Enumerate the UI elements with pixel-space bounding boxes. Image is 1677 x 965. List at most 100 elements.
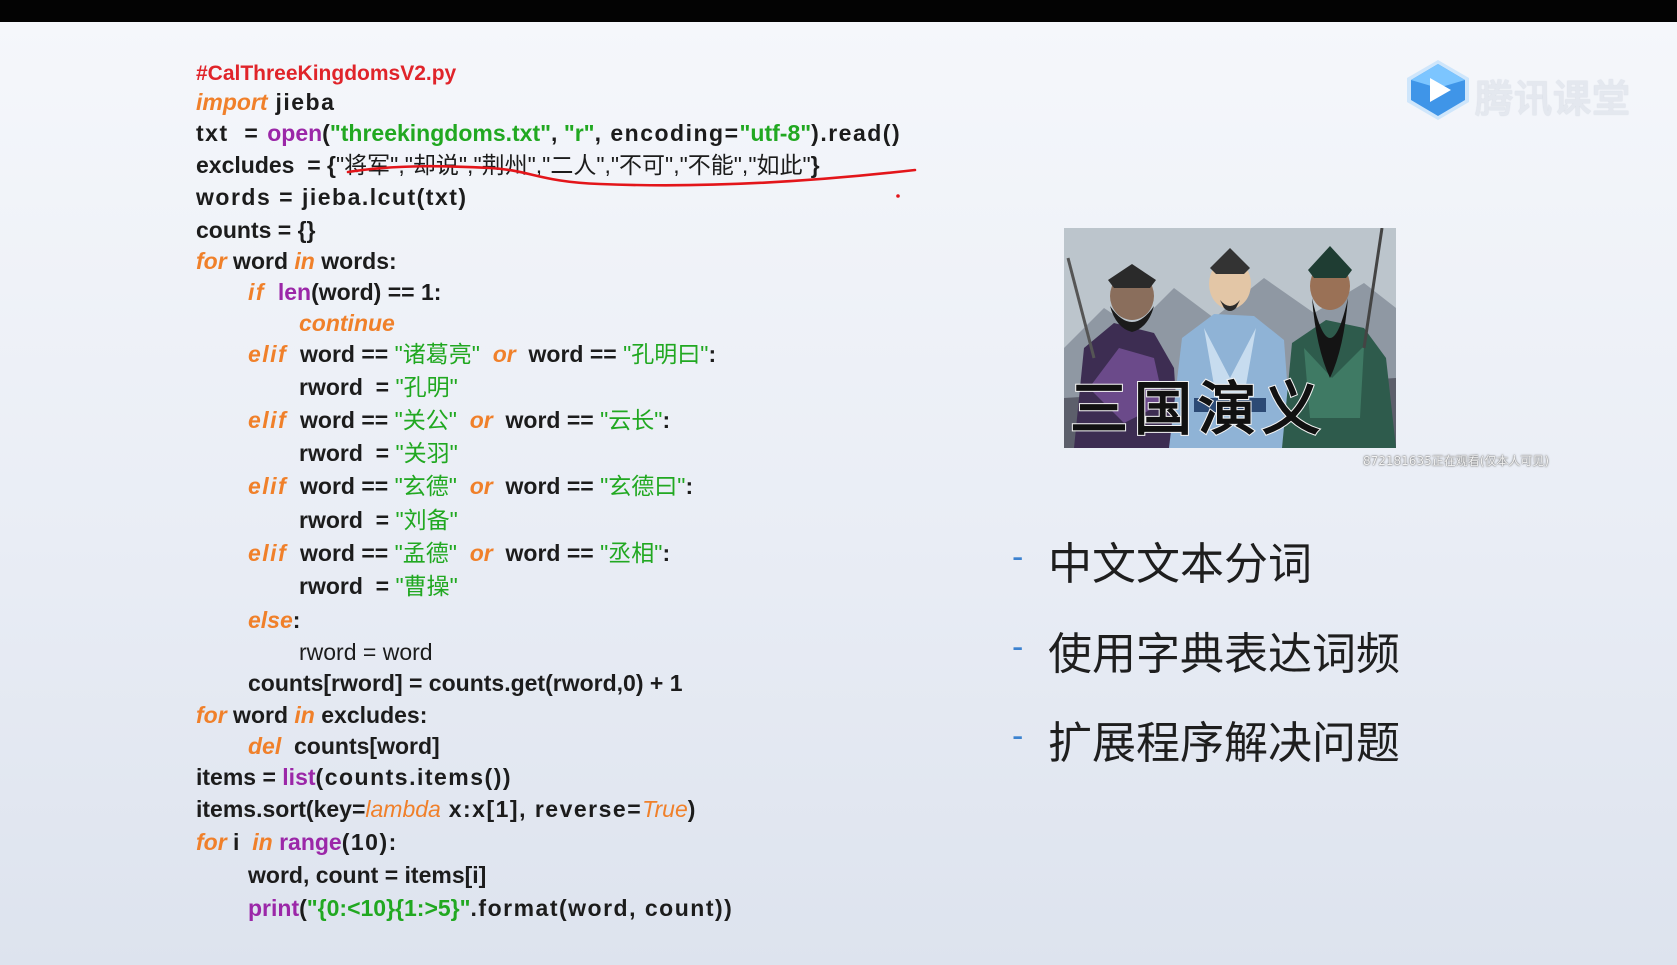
code-text: (counts.items()): [315, 764, 513, 790]
code-text: ): [687, 796, 696, 822]
code-text: rword =: [299, 507, 396, 533]
code-line-sort: items.sort(key=lambda x:x[1], reverse=Tr…: [196, 795, 695, 823]
code-line-for-words: for word in words:: [196, 247, 397, 275]
excludes-set: "将军","却说","荆州","二人","不可","不能","如此": [336, 152, 811, 178]
poster-title: 三国演义: [1069, 374, 1327, 444]
bullet-dash: -: [1012, 628, 1024, 666]
string: "曹操": [395, 573, 458, 599]
code-line-rword-1: rword = "孔明": [196, 373, 458, 401]
code-text: :: [685, 473, 694, 499]
code-text: ,: [551, 120, 564, 146]
bullet-text: 中文文本分词: [1048, 539, 1312, 590]
code-text: :: [708, 341, 717, 367]
code-line-elif-4: elif word == "孟德" or word == "丞相":: [196, 539, 670, 567]
keyword: or: [456, 540, 493, 566]
code-text: rword =: [299, 440, 396, 466]
code-text: rword = word: [299, 639, 433, 665]
code-line-if-len: if len(word) == 1:: [196, 278, 441, 306]
code-text: jieba: [267, 89, 336, 115]
code-text: x:x[1], reverse=: [440, 796, 643, 822]
keyword: del: [248, 733, 282, 759]
string: "玄德": [394, 473, 457, 499]
bullet-dash: -: [1012, 717, 1024, 755]
builtin: len: [277, 279, 312, 305]
tencent-classroom-logo: 腾讯课堂: [1405, 58, 1635, 122]
code-text: words = jieba.lcut(txt): [196, 184, 468, 210]
builtin: list: [282, 764, 316, 790]
code-text: word, count = items[i]: [248, 862, 487, 888]
code-text: }: [810, 152, 820, 178]
string: "孔明": [395, 374, 458, 400]
code-text: word ==: [287, 473, 395, 499]
filename-comment: #CalThreeKingdomsV2.py: [196, 62, 457, 85]
logo-text: 腾讯课堂: [1475, 77, 1632, 121]
keyword: else: [248, 607, 293, 633]
code-line-counts: counts = {}: [196, 216, 316, 244]
code-text: excludes = {: [196, 152, 336, 178]
keyword: for: [196, 702, 227, 728]
code-text: :: [662, 540, 671, 566]
code-text: word ==: [492, 407, 601, 433]
bullet-text: 使用字典表达词频: [1048, 629, 1400, 680]
code-text: .format(word, count)): [470, 895, 734, 921]
code-line-rword-3: rword = "刘备": [196, 506, 458, 534]
code-text: items.sort(key=: [196, 796, 366, 822]
code-text: word ==: [492, 540, 601, 566]
builtin: range: [279, 829, 342, 855]
keyword: elif: [248, 473, 288, 499]
keyword: lambda: [365, 796, 441, 822]
string: "刘备": [395, 507, 458, 533]
keyword: True: [642, 796, 688, 822]
string: "关公": [394, 407, 457, 433]
code-text: counts[word]: [281, 733, 440, 759]
three-kingdoms-illustration: 三国演义: [1064, 228, 1396, 448]
string: "孔明曰": [623, 341, 709, 367]
keyword: elif: [248, 407, 288, 433]
top-black-bar: [0, 0, 1677, 22]
code-text: ).read(): [811, 120, 902, 146]
code-text: counts[rword] = counts.get(rword,0) + 1: [248, 670, 683, 696]
code-text: words:: [314, 248, 397, 274]
string: "孟德": [394, 540, 457, 566]
code-text: txt =: [196, 120, 268, 146]
keyword: if: [248, 279, 266, 305]
bullet-dash: -: [1012, 538, 1024, 576]
code-line-import: import jieba: [196, 88, 335, 116]
string: "玄德曰": [600, 473, 686, 499]
code-text: items =: [196, 764, 283, 790]
code-line-for-excludes: for word in excludes:: [196, 701, 427, 729]
code-text: i: [226, 829, 253, 855]
code-line-items-list: items = list(counts.items()): [196, 763, 512, 791]
code-text: word ==: [492, 473, 601, 499]
code-text: word ==: [287, 341, 395, 367]
code-line-rword-4: rword = "曹操": [196, 572, 458, 600]
code-text: (10):: [341, 829, 398, 855]
keyword: import: [196, 89, 268, 115]
viewer-watermark: 872181635正在观看(仅本人可见): [1363, 454, 1550, 468]
string: "关羽": [395, 440, 458, 466]
code-line-counts-get: counts[rword] = counts.get(rword,0) + 1: [196, 669, 682, 697]
keyword: continue: [299, 310, 395, 336]
code-line-lcut: words = jieba.lcut(txt): [196, 183, 468, 211]
string: "丞相": [600, 540, 663, 566]
string: "r": [563, 120, 595, 146]
code-text: word: [226, 248, 295, 274]
builtin: open: [267, 120, 323, 146]
code-text: (: [299, 895, 307, 921]
keyword: for: [196, 248, 227, 274]
code-line-for-range: for i in range(10):: [196, 828, 398, 856]
code-line-rword-2: rword = "关羽": [196, 439, 458, 467]
screen: #CalThreeKingdomsV2.py import jieba txt …: [0, 0, 1677, 965]
code-line-filename: #CalThreeKingdomsV2.py: [196, 58, 456, 86]
code-text: rword =: [299, 374, 396, 400]
string: "threekingdoms.txt": [329, 120, 552, 146]
code-line-word-count: word, count = items[i]: [196, 861, 486, 889]
code-text: word ==: [287, 407, 395, 433]
code-text: excludes:: [314, 702, 428, 728]
code-line-rword-word: rword = word: [196, 638, 433, 666]
keyword: in: [294, 702, 315, 728]
keyword: elif: [248, 341, 288, 367]
keyword: or: [456, 473, 493, 499]
code-line-else: else:: [196, 606, 300, 634]
